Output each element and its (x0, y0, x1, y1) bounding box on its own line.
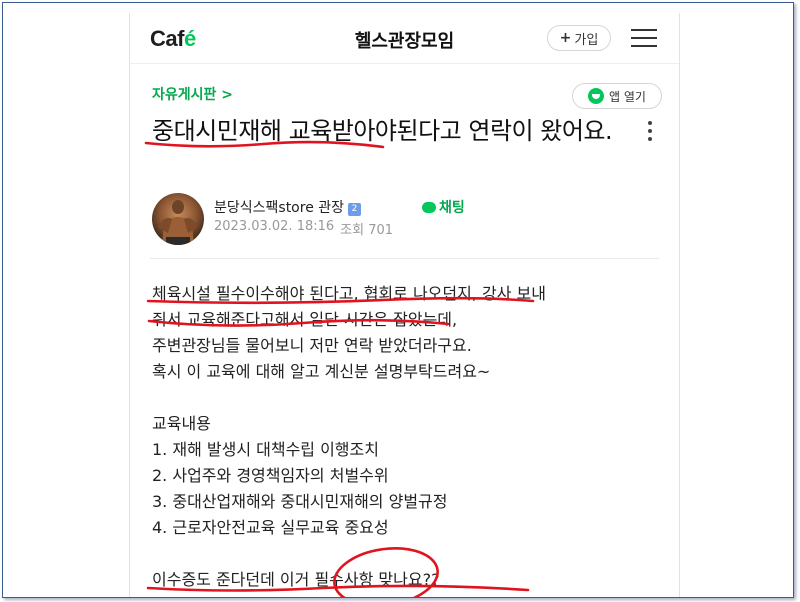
post-views: 조회 701 (340, 223, 394, 238)
body-blank-line (152, 385, 672, 411)
post-title: 중대시민재해 교육받아야된다고 연락이 왔어요. (152, 117, 613, 145)
author-name-text: 분당식스팩store 관장 (214, 200, 345, 216)
app-open-button[interactable]: 앱 열기 (572, 83, 662, 109)
body-line: 3. 중대산업재해와 중대시민재해의 양벌규정 (152, 492, 448, 511)
body-line: 4. 근로자안전교육 실무교육 중요성 (152, 518, 389, 537)
author-avatar[interactable] (152, 193, 204, 245)
body-line: 교육내용 (152, 414, 211, 433)
chat-button[interactable]: 채팅 (422, 197, 465, 217)
post-divider (150, 258, 659, 259)
app-icon (588, 88, 605, 104)
join-label: 가입 (574, 32, 599, 48)
body-line: 주변관장님들 물어보니 저만 연락 받았더라구요. (152, 336, 472, 355)
post-body: 체육시설 필수이수해야 된다고, 협회로 나오던지, 강사 보내 줘서 교육해준… (152, 281, 672, 593)
more-icon[interactable] (648, 121, 654, 143)
board-link[interactable]: 자유게시판 > (152, 84, 233, 104)
plus-icon: + (559, 30, 572, 46)
cafe-header: Café 헬스관장모임 + 가입 (130, 13, 679, 63)
join-button[interactable]: + 가입 (547, 25, 611, 51)
chat-label: 채팅 (439, 200, 465, 216)
body-line: 이수증도 준다던데 이거 필수사항 맞나요?? (152, 570, 440, 589)
mobile-cafe-page: Café 헬스관장모임 + 가입 자유게시판 > 앱 열기 중대시민재해 교육받… (129, 13, 680, 597)
post-meta: 2023.03.02. 18:16 조회 701 (214, 219, 393, 238)
author-name[interactable]: 분당식스팩store 관장 2 (214, 197, 362, 217)
body-blank-line (152, 541, 672, 567)
post-date: 2023.03.02. 18:16 (214, 219, 335, 234)
body-line: 줘서 교육해준다고해서 일단 시간은 잡았는데, (152, 310, 458, 329)
body-line: 체육시설 필수이수해야 된다고, 협회로 나오던지, 강사 보내 (152, 284, 546, 303)
app-open-label: 앱 열기 (609, 89, 646, 104)
chat-icon (422, 201, 436, 213)
body-line: 1. 재해 발생시 대책수립 이행조치 (152, 440, 379, 459)
header-divider (130, 63, 679, 64)
body-line: 2. 사업주와 경영책임자의 처벌수위 (152, 466, 389, 485)
body-line: 혹시 이 교육에 대해 알고 계신분 설명부탁드려요~ (152, 362, 491, 381)
screenshot-frame: Café 헬스관장모임 + 가입 자유게시판 > 앱 열기 중대시민재해 교육받… (2, 2, 794, 598)
member-level-badge: 2 (348, 203, 362, 216)
menu-icon[interactable] (631, 29, 657, 47)
